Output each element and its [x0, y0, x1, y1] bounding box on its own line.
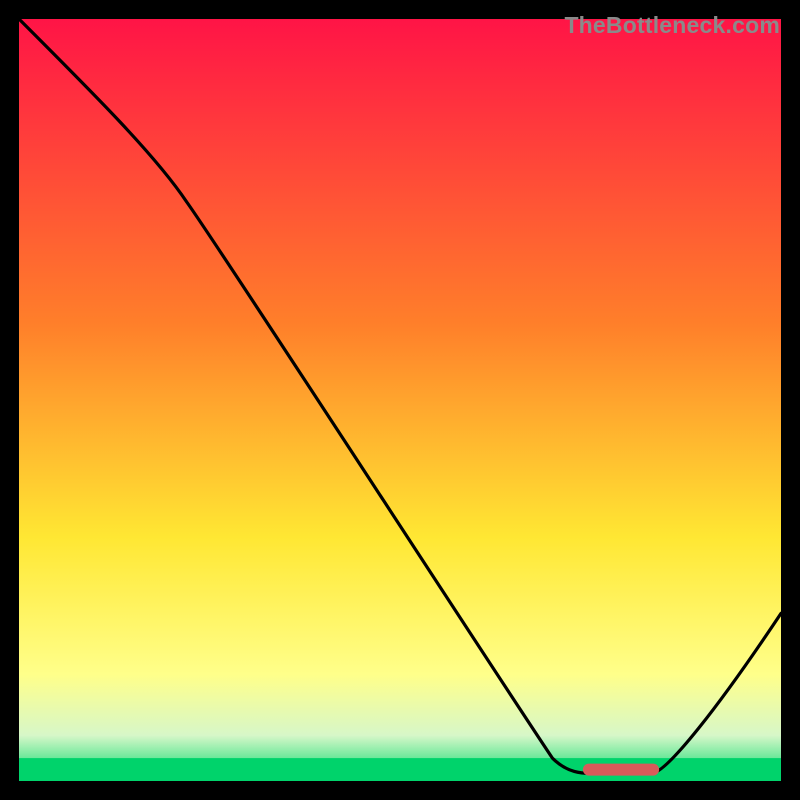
- gradient-background: [19, 19, 781, 781]
- chart-frame: TheBottleneck.com: [14, 14, 786, 786]
- baseline-band: [19, 758, 781, 781]
- watermark-text: TheBottleneck.com: [564, 12, 780, 39]
- optimum-marker: [583, 764, 659, 776]
- bottleneck-chart: [19, 19, 781, 781]
